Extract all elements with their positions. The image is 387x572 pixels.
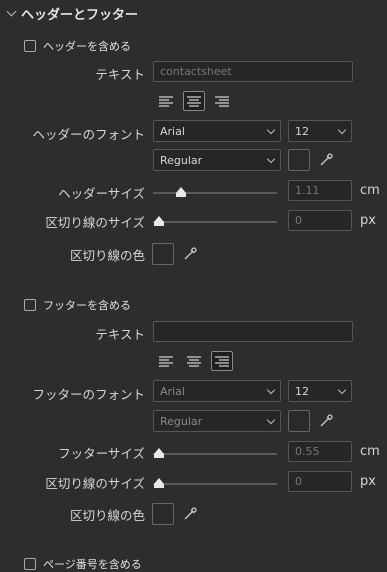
align-center-icon <box>187 96 201 107</box>
slider-track <box>153 221 277 223</box>
footer-divider-size-unit: px <box>360 474 376 489</box>
header-font-color-swatch[interactable] <box>288 149 310 171</box>
footer-font-family-value: Arial <box>160 384 185 398</box>
header-font-family-value: Arial <box>160 124 185 138</box>
include-header-checkbox[interactable] <box>24 40 36 52</box>
header-divider-color-swatch[interactable] <box>152 243 174 265</box>
footer-font-style-select[interactable]: Regular <box>153 410 281 432</box>
chevron-down-icon <box>337 385 347 394</box>
eyedropper-icon[interactable] <box>183 247 197 261</box>
chevron-down-icon <box>266 125 276 134</box>
footer-font-color-swatch[interactable] <box>288 410 310 432</box>
align-right-button[interactable] <box>211 91 233 111</box>
slider-track <box>153 453 277 455</box>
footer-size-slider[interactable] <box>153 447 277 461</box>
header-divider-size-label: 区切り線のサイズ <box>45 215 145 230</box>
slider-track <box>153 192 277 194</box>
header-text-label: テキスト <box>95 67 145 82</box>
eyedropper-icon[interactable] <box>319 153 333 167</box>
align-left-icon <box>159 96 173 107</box>
header-size-unit: cm <box>360 183 380 198</box>
include-footer-checkbox-row[interactable]: フッターを含める <box>24 297 131 313</box>
slider-track <box>153 483 277 485</box>
header-font-family-select[interactable]: Arial <box>153 120 281 142</box>
header-size-input[interactable]: 1.11 <box>288 180 352 201</box>
section-header[interactable]: ヘッダーとフッター <box>6 4 139 23</box>
footer-size-unit: cm <box>360 444 380 459</box>
header-font-style-value: Regular <box>160 153 203 167</box>
align-center-button[interactable] <box>183 91 205 111</box>
slider-thumb[interactable] <box>153 215 165 227</box>
include-footer-label: フッターを含める <box>43 299 131 312</box>
align-left-icon <box>159 356 173 367</box>
align-right-icon <box>215 96 229 107</box>
include-header-checkbox-row[interactable]: ヘッダーを含める <box>24 38 131 54</box>
align-left-button[interactable] <box>155 351 177 371</box>
header-text-input[interactable]: contactsheet <box>153 61 353 82</box>
align-center-icon <box>187 356 201 367</box>
header-divider-size-slider[interactable] <box>153 215 277 229</box>
footer-alignment-group <box>155 351 233 371</box>
eyedropper-icon[interactable] <box>319 414 333 428</box>
align-right-button[interactable] <box>211 351 233 371</box>
include-footer-checkbox[interactable] <box>24 299 36 311</box>
align-center-button[interactable] <box>183 351 205 371</box>
header-font-size-value: 12 <box>295 124 309 138</box>
chevron-down-icon <box>266 415 276 424</box>
footer-text-input[interactable] <box>153 321 353 342</box>
footer-font-style-value: Regular <box>160 414 203 428</box>
align-left-button[interactable] <box>155 91 177 111</box>
slider-thumb[interactable] <box>153 447 165 459</box>
footer-text-label: テキスト <box>95 327 145 342</box>
header-font-label: ヘッダーのフォント <box>32 127 145 142</box>
chevron-down-icon <box>337 125 347 134</box>
include-page-number-label: ページ番号を含める <box>43 558 142 571</box>
include-page-number-checkbox[interactable] <box>24 558 36 570</box>
footer-font-label: フッターのフォント <box>32 387 145 402</box>
header-divider-size-input[interactable]: 0 <box>288 210 352 231</box>
slider-thumb[interactable] <box>153 477 165 489</box>
chevron-down-icon <box>266 154 276 163</box>
chevron-down-icon <box>266 385 276 394</box>
footer-divider-size-label: 区切り線のサイズ <box>45 476 145 491</box>
footer-divider-size-input[interactable]: 0 <box>288 471 352 492</box>
slider-thumb[interactable] <box>175 186 187 198</box>
chevron-down-icon[interactable] <box>6 6 17 16</box>
header-font-style-select[interactable]: Regular <box>153 149 281 171</box>
include-header-label: ヘッダーを含める <box>43 40 131 53</box>
header-size-label: ヘッダーサイズ <box>58 186 145 201</box>
header-font-size-select[interactable]: 12 <box>288 120 352 142</box>
footer-divider-color-label: 区切り線の色 <box>69 508 145 523</box>
footer-size-input[interactable]: 0.55 <box>288 441 352 462</box>
header-size-slider[interactable] <box>153 186 277 200</box>
footer-font-size-value: 12 <box>295 384 309 398</box>
footer-size-label: フッターサイズ <box>58 446 145 461</box>
align-right-icon <box>215 356 229 367</box>
footer-font-size-select[interactable]: 12 <box>288 380 352 402</box>
eyedropper-icon[interactable] <box>183 507 197 521</box>
footer-font-family-select[interactable]: Arial <box>153 380 281 402</box>
section-title: ヘッダーとフッター <box>21 7 139 23</box>
header-alignment-group <box>155 91 233 111</box>
footer-divider-color-swatch[interactable] <box>152 503 174 525</box>
header-divider-size-unit: px <box>360 213 376 228</box>
header-divider-color-label: 区切り線の色 <box>69 248 145 263</box>
footer-divider-size-slider[interactable] <box>153 477 277 491</box>
include-page-number-checkbox-row[interactable]: ページ番号を含める <box>24 556 142 572</box>
